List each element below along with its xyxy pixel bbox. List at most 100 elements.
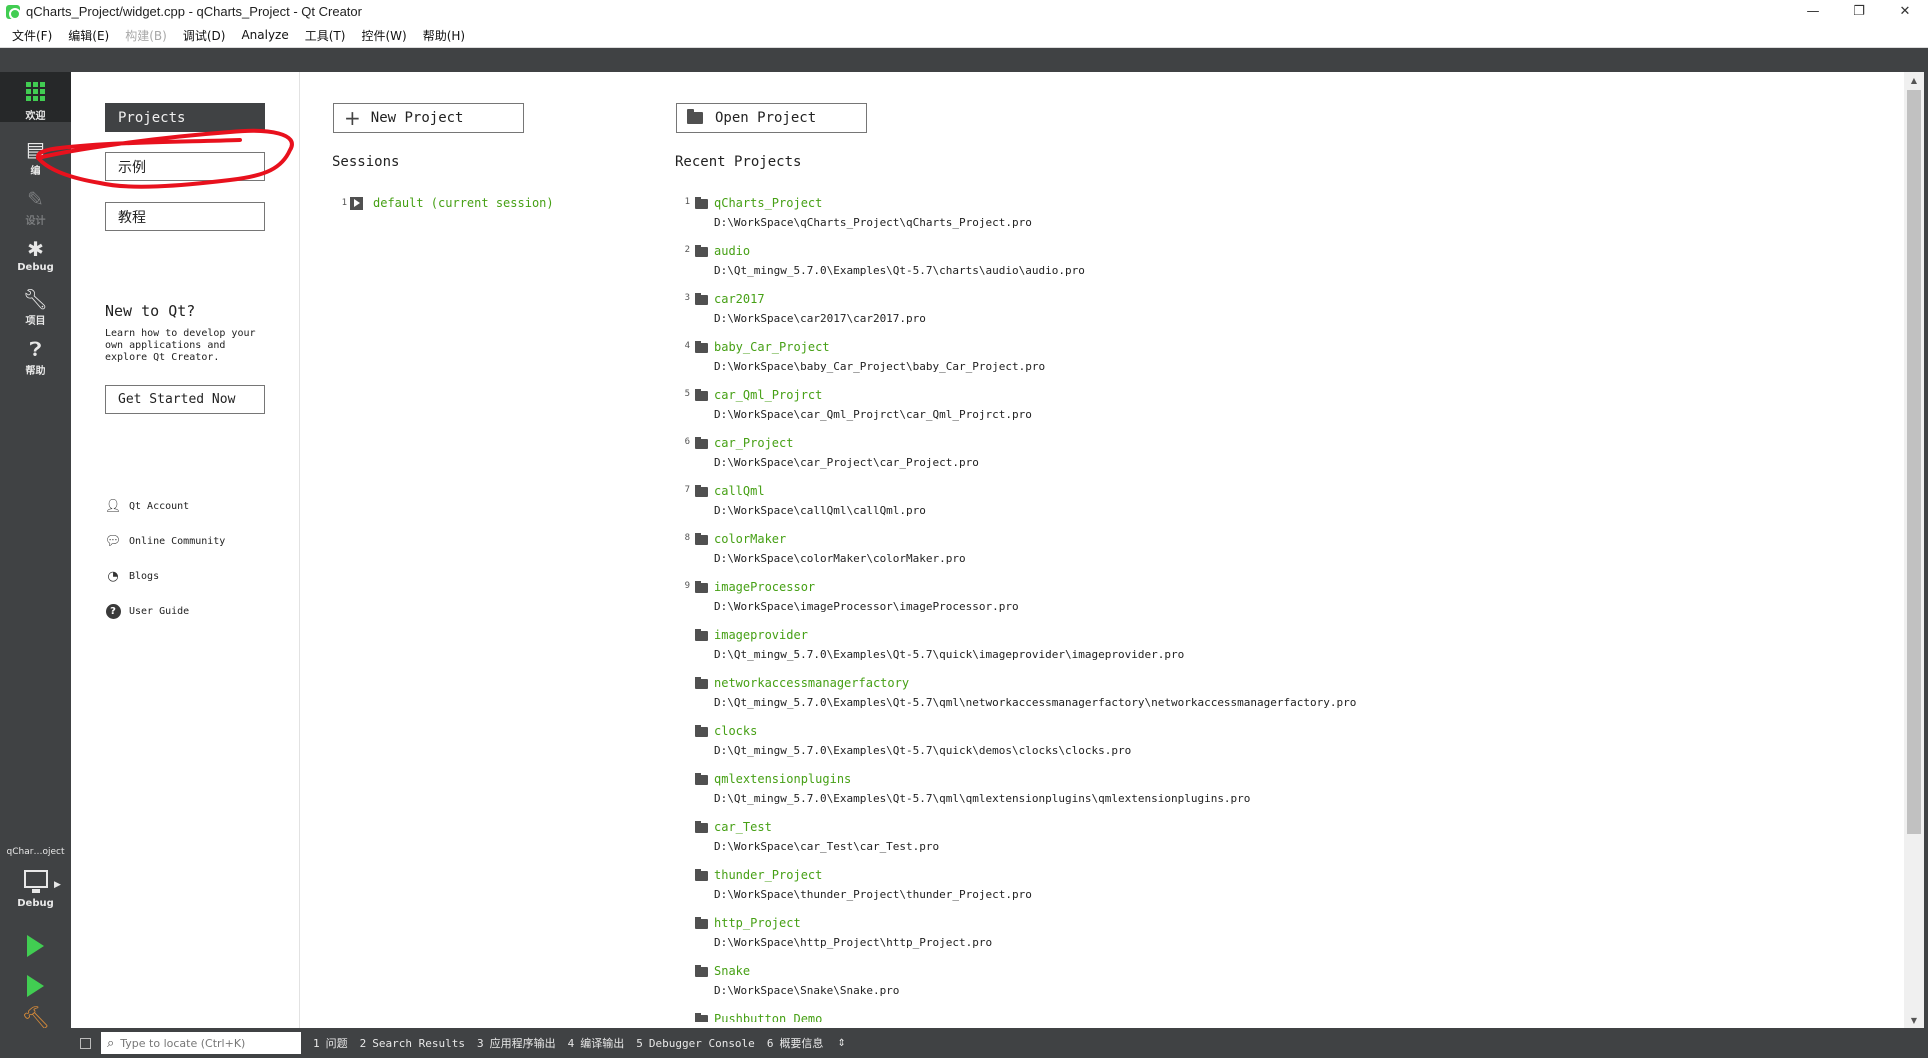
- project-name[interactable]: clocks: [714, 724, 757, 738]
- recent-project-item[interactable]: imageprovider D:\Qt_mingw_5.7.0\Examples\…: [678, 628, 1878, 676]
- project-name[interactable]: http_Project: [714, 916, 801, 930]
- menu-debug[interactable]: 调试(D): [175, 27, 234, 44]
- projects-tab-button[interactable]: Projects: [105, 103, 265, 132]
- qt-account-link[interactable]: 👤︎ Qt Account: [105, 498, 189, 514]
- recent-project-item[interactable]: http_Project D:\WorkSpace\http_Project\ht…: [678, 916, 1878, 964]
- mode-welcome[interactable]: 欢迎: [0, 72, 71, 122]
- project-name[interactable]: car_Project: [714, 436, 793, 450]
- recent-project-item[interactable]: 7 callQml D:\WorkSpace\callQml\callQml.pro: [678, 484, 1878, 532]
- recent-project-item[interactable]: 9 imageProcessor D:\WorkSpace\imageProcess…: [678, 580, 1878, 628]
- project-index: 9: [684, 581, 690, 591]
- mode-projects[interactable]: 🔧︎ 项目: [0, 280, 71, 330]
- menu-controls[interactable]: 控件(W): [353, 27, 414, 44]
- recent-project-item[interactable]: 3 car2017 D:\WorkSpace\car2017\car2017.pro: [678, 292, 1878, 340]
- hammer-icon: 🔨︎: [21, 1005, 50, 1031]
- recent-project-item[interactable]: 2 audio D:\Qt_mingw_5.7.0\Examples\Qt-5.7\…: [678, 244, 1878, 292]
- output-tab-issues[interactable]: 1 问题: [313, 1035, 348, 1051]
- folder-icon: [695, 389, 708, 401]
- recent-project-item[interactable]: networkaccessmanagerfactory D:\Qt_mingw_5…: [678, 676, 1878, 724]
- user-guide-label: User Guide: [129, 605, 190, 617]
- output-tab-application-output[interactable]: 3 应用程序输出: [477, 1035, 556, 1051]
- recent-project-item[interactable]: 4 baby_Car_Project D:\WorkSpace\baby_Car_P…: [678, 340, 1878, 388]
- online-community-link[interactable]: 💬︎ Online Community: [105, 533, 226, 549]
- project-name[interactable]: car_Test: [714, 820, 772, 834]
- project-name[interactable]: Snake: [714, 964, 750, 978]
- pencil-icon: ✎: [27, 187, 44, 211]
- run-button[interactable]: [0, 928, 71, 964]
- open-folder-icon: [687, 109, 703, 124]
- project-name[interactable]: thunder_Project: [714, 868, 822, 882]
- recent-projects-heading: Recent Projects: [675, 154, 802, 170]
- debug-run-button[interactable]: [0, 968, 71, 1004]
- menu-help[interactable]: 帮助(H): [415, 27, 473, 44]
- close-button[interactable]: ✕: [1882, 0, 1928, 23]
- recent-project-item[interactable]: qmlextensionplugins D:\Qt_mingw_5.7.0\Exa…: [678, 772, 1878, 820]
- window-right-edge: [1924, 48, 1928, 1028]
- recent-project-item-partial[interactable]: Pushbutton_Demo: [678, 1012, 1878, 1022]
- mode-debug[interactable]: ✱ Debug: [0, 230, 71, 280]
- menu-build[interactable]: 构建(B): [117, 27, 175, 44]
- recent-project-item[interactable]: 6 car_Project D:\WorkSpace\car_Project\car…: [678, 436, 1878, 484]
- project-name[interactable]: qmlextensionplugins: [714, 772, 851, 786]
- recent-project-item[interactable]: 5 car_Qml_Projrct D:\WorkSpace\car_Qml_Pro…: [678, 388, 1878, 436]
- scrollbar-thumb[interactable]: [1907, 90, 1921, 834]
- project-name[interactable]: car_Qml_Projrct: [714, 388, 822, 402]
- output-tab-search-results[interactable]: 2 Search Results: [360, 1037, 465, 1050]
- menu-analyze[interactable]: Analyze: [233, 28, 296, 42]
- recent-project-item[interactable]: 1 qCharts_Project D:\WorkSpace\qCharts_Pro…: [678, 196, 1878, 244]
- kit-selector[interactable]: ▶ Debug: [0, 862, 71, 922]
- output-tab-compile-output[interactable]: 4 编译输出: [568, 1035, 625, 1051]
- project-name[interactable]: imageprovider: [714, 628, 808, 642]
- scroll-up-arrow-icon[interactable]: ▲: [1904, 72, 1924, 88]
- project-name[interactable]: audio: [714, 244, 750, 258]
- get-started-button[interactable]: Get Started Now: [105, 385, 265, 414]
- recent-project-item[interactable]: Snake D:\WorkSpace\Snake\Snake.pro: [678, 964, 1878, 1012]
- minimize-button[interactable]: —: [1790, 0, 1836, 23]
- maximize-button[interactable]: ❐: [1836, 0, 1882, 23]
- mode-edit[interactable]: ▤ 编: [0, 130, 71, 180]
- project-name[interactable]: qCharts_Project: [714, 196, 822, 210]
- open-project-button[interactable]: Open Project: [676, 103, 867, 133]
- folder-icon: [695, 437, 708, 449]
- menu-edit[interactable]: 编辑(E): [60, 27, 117, 44]
- blogs-link[interactable]: ◔ Blogs: [105, 568, 159, 584]
- project-path: D:\WorkSpace\qCharts_Project\qCharts_Pro…: [714, 216, 1032, 229]
- tab-number: 2: [359, 1036, 367, 1050]
- project-index: 5: [684, 389, 690, 399]
- user-icon: 👤︎: [104, 498, 122, 514]
- output-panes-spinner-icon[interactable]: ⇕: [837, 1038, 845, 1049]
- status-bar: ⌕ Type to locate (Ctrl+K) 1 问题 2 Search Re…: [0, 1028, 1928, 1058]
- project-name[interactable]: callQml: [714, 484, 765, 498]
- folder-icon: [695, 341, 708, 353]
- toggle-sidebar-button[interactable]: [75, 1028, 95, 1058]
- menu-tools[interactable]: 工具(T): [297, 27, 354, 44]
- project-name[interactable]: imageProcessor: [714, 580, 815, 594]
- recent-project-item[interactable]: car_Test D:\WorkSpace\car_Test\car_Test.p…: [678, 820, 1878, 868]
- project-path: D:\WorkSpace\thunder_Project\thunder_Pro…: [714, 888, 1032, 901]
- tab-number: 3: [476, 1037, 484, 1050]
- examples-tab-button[interactable]: 示例: [105, 152, 265, 181]
- project-name[interactable]: colorMaker: [714, 532, 786, 546]
- project-name[interactable]: Pushbutton_Demo: [714, 1012, 822, 1022]
- vertical-scrollbar[interactable]: ▲ ▼: [1904, 72, 1924, 1028]
- new-project-button[interactable]: + New Project: [333, 103, 524, 133]
- tutorials-tab-button[interactable]: 教程: [105, 202, 265, 231]
- recent-project-item[interactable]: 8 colorMaker D:\WorkSpace\colorMaker\color…: [678, 532, 1878, 580]
- tab-label: 应用程序输出: [489, 1037, 556, 1050]
- recent-project-item[interactable]: thunder_Project D:\WorkSpace\thunder_Proj…: [678, 868, 1878, 916]
- project-name[interactable]: baby_Car_Project: [714, 340, 830, 354]
- project-name[interactable]: car2017: [714, 292, 765, 306]
- locator-input[interactable]: ⌕ Type to locate (Ctrl+K): [101, 1032, 301, 1054]
- user-guide-link[interactable]: ? User Guide: [105, 603, 189, 619]
- output-tab-debugger-console[interactable]: 5 Debugger Console: [636, 1037, 755, 1050]
- project-name[interactable]: networkaccessmanagerfactory: [714, 676, 909, 690]
- mode-help[interactable]: ❓︎ 帮助: [0, 330, 71, 380]
- menu-file[interactable]: 文件(F): [4, 27, 60, 44]
- session-item-default[interactable]: 1 default (current session): [335, 196, 554, 210]
- mode-design[interactable]: ✎ 设计: [0, 180, 71, 230]
- tab-number: 5: [636, 1036, 643, 1050]
- recent-project-item[interactable]: clocks D:\Qt_mingw_5.7.0\Examples\Qt-5.7\…: [678, 724, 1878, 772]
- window-title: qCharts_Project/widget.cpp - qCharts_Pro…: [26, 4, 362, 19]
- output-tab-general-messages[interactable]: 6 概要信息: [767, 1035, 824, 1051]
- scroll-down-arrow-icon[interactable]: ▼: [1904, 1012, 1924, 1028]
